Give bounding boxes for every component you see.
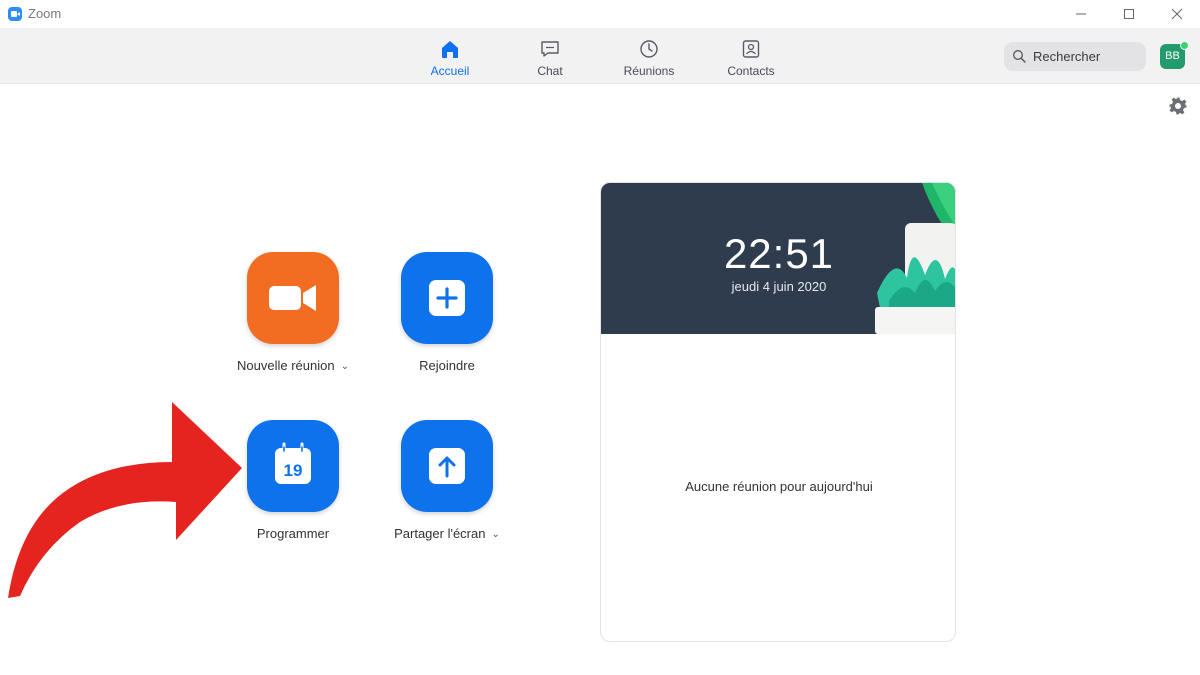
minimize-button[interactable] <box>1058 2 1104 26</box>
upload-arrow-icon <box>429 448 465 484</box>
plus-icon <box>429 280 465 316</box>
new-meeting-button[interactable] <box>247 252 339 344</box>
tab-chat[interactable]: Chat <box>510 36 590 80</box>
window-title: Zoom <box>28 6 62 21</box>
new-meeting-label: Nouvelle réunion <box>237 358 335 373</box>
schedule-label: Programmer <box>256 526 330 541</box>
tab-chat-label: Chat <box>537 64 563 78</box>
calendar-icon: 19 <box>275 442 311 484</box>
close-icon <box>1171 8 1183 20</box>
close-button[interactable] <box>1154 2 1200 26</box>
calendar-day: 19 <box>284 461 303 480</box>
new-meeting-action[interactable]: Nouvelle réunion ⌄ <box>208 252 378 375</box>
search-icon <box>1013 50 1026 63</box>
tab-meetings-label: Réunions <box>623 64 675 78</box>
join-button[interactable] <box>401 252 493 344</box>
home-icon <box>442 41 458 58</box>
title-bar: Zoom <box>0 0 1200 28</box>
current-date: jeudi 4 juin 2020 <box>731 279 827 294</box>
schedule-button[interactable]: 19 <box>247 420 339 512</box>
video-camera-icon <box>269 285 316 311</box>
tab-home-label: Accueil <box>430 64 470 78</box>
clock-header: 22:51 jeudi 4 juin 2020 <box>601 183 955 334</box>
share-screen-action[interactable]: Partager l'écran ⌄ <box>362 420 532 543</box>
contacts-icon <box>742 40 760 58</box>
tab-contacts[interactable]: Contacts <box>711 36 791 80</box>
current-time: 22:51 <box>723 230 835 277</box>
zoom-logo-icon <box>8 7 22 21</box>
share-screen-button[interactable] <box>401 420 493 512</box>
settings-gear-icon[interactable] <box>1168 96 1188 116</box>
chevron-down-icon[interactable]: ⌄ <box>341 361 349 372</box>
red-annotation-arrow-icon <box>8 402 242 598</box>
tab-meetings[interactable]: Réunions <box>609 36 689 80</box>
clock-icon <box>640 40 658 58</box>
share-screen-label: Partager l'écran <box>394 526 486 541</box>
chevron-down-icon[interactable]: ⌄ <box>491 529 499 540</box>
maximize-button[interactable] <box>1106 2 1152 26</box>
tab-home[interactable]: Accueil <box>410 36 490 80</box>
tab-contacts-label: Contacts <box>727 64 775 78</box>
upcoming-meetings-panel: 22:51 jeudi 4 juin 2020 Aucune réunion p… <box>600 182 956 642</box>
join-label: Rejoindre <box>419 358 475 373</box>
online-status-badge <box>1180 41 1189 50</box>
minimize-icon <box>1076 13 1086 15</box>
empty-meetings-message: Aucune réunion pour aujourd'hui <box>685 479 873 494</box>
maximize-icon <box>1124 9 1134 19</box>
chat-icon <box>541 41 559 57</box>
search-placeholder: Rechercher <box>1033 49 1101 64</box>
join-action[interactable]: Rejoindre <box>362 252 532 375</box>
search-input[interactable]: Rechercher <box>1004 42 1146 71</box>
zoom-app: Zoom Accueil Chat Réunions Contacts Rech… <box>0 0 1200 675</box>
top-nav-bar: Accueil Chat Réunions Contacts Recherche… <box>0 28 1200 84</box>
